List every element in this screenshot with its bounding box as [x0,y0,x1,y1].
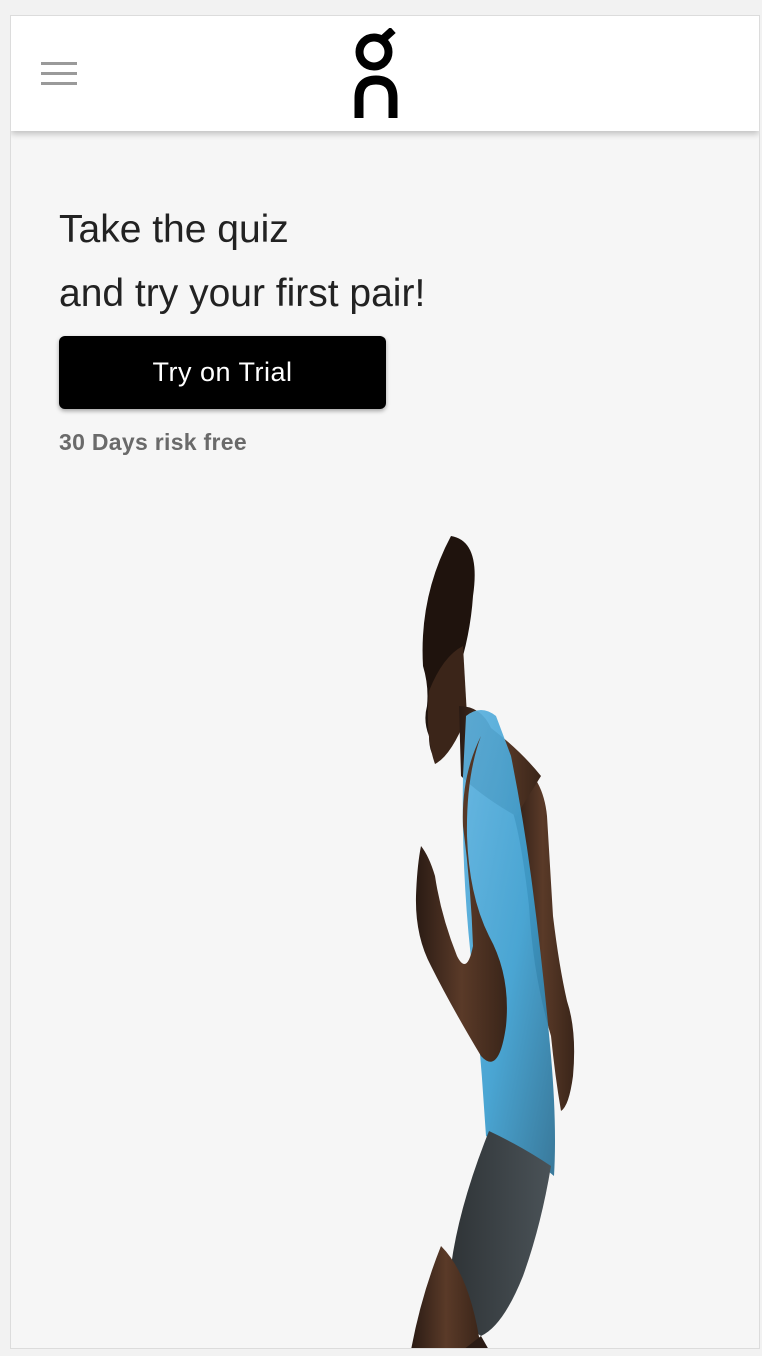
hamburger-menu-icon[interactable] [37,56,77,90]
risk-free-note: 30 Days risk free [59,429,247,455]
hero-section: Take the quiz and try your first pair! [59,198,719,326]
headline-line-1: Take the quiz [59,208,289,251]
headline-line-2: and try your first pair! [59,272,426,315]
top-header [11,16,759,131]
hero-headline: Take the quiz and try your first pair! [59,198,719,326]
app-frame: Take the quiz and try your first pair! T… [10,15,760,1349]
on-logo[interactable] [352,28,404,120]
try-on-trial-button[interactable]: Try on Trial [59,336,386,409]
